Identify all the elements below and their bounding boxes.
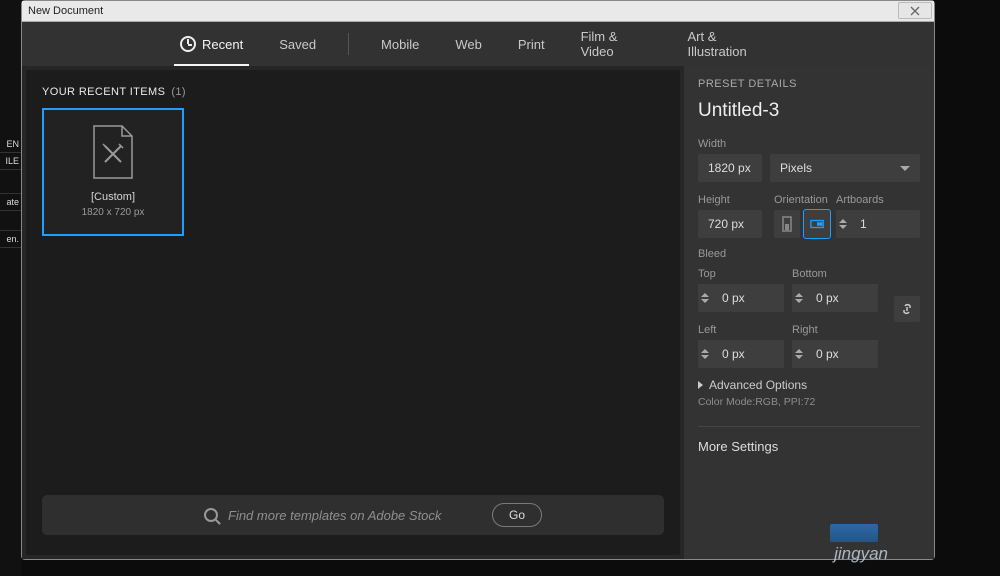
height-input[interactable]: 720 px <box>698 210 762 238</box>
stock-search-bar[interactable]: Find more templates on Adobe Stock Go <box>42 495 664 535</box>
tab-recent[interactable]: Recent <box>162 22 261 66</box>
bleed-bottom-label: Bottom <box>792 268 878 280</box>
bleed-right-label: Right <box>792 324 878 336</box>
height-label: Height <box>698 194 768 206</box>
artboards-label: Artboards <box>836 194 920 206</box>
clock-icon <box>180 36 196 52</box>
orientation-landscape[interactable] <box>804 210 830 238</box>
recent-items-panel: YOUR RECENT ITEMS (1) [Custom] 1820 x 72… <box>26 70 680 555</box>
document-icon <box>90 124 136 180</box>
preset-heading: PRESET DETAILS <box>698 78 920 90</box>
color-mode-info: Color Mode:RGB, PPI:72 <box>698 396 920 408</box>
go-button[interactable]: Go <box>492 503 542 527</box>
bleed-top-label: Top <box>698 268 784 280</box>
preset-details-panel: PRESET DETAILS Untitled-3 Width 1820 px … <box>684 66 934 559</box>
orientation-portrait[interactable] <box>774 210 800 238</box>
window-title: New Document <box>28 5 103 17</box>
tab-film-video[interactable]: Film & Video <box>563 22 670 66</box>
thumb-label: [Custom] 1820 x 720 px <box>82 190 145 219</box>
recent-heading: YOUR RECENT ITEMS (1) <box>42 86 664 98</box>
artboards-stepper[interactable]: 1 <box>836 210 920 238</box>
tab-web[interactable]: Web <box>437 22 500 66</box>
titlebar: New Document <box>22 1 934 22</box>
tab-print[interactable]: Print <box>500 22 563 66</box>
link-bleed-icon[interactable] <box>894 296 920 322</box>
create-button-obscured[interactable] <box>830 524 878 542</box>
orientation-label: Orientation <box>774 194 830 206</box>
tab-mobile[interactable]: Mobile <box>363 22 437 66</box>
close-button[interactable] <box>898 2 932 19</box>
new-document-dialog: New Document Recent Saved Mobile Web Pri… <box>21 0 935 560</box>
background-app-sidebar: ENILEateen. <box>0 0 21 576</box>
advanced-options-toggle[interactable]: Advanced Options <box>698 378 920 392</box>
bleed-top-input[interactable]: 0 px <box>698 284 784 312</box>
bleed-left-input[interactable]: 0 px <box>698 340 784 368</box>
category-tabs: Recent Saved Mobile Web Print Film & Vid… <box>22 22 934 66</box>
units-select[interactable]: Pixels <box>770 154 920 182</box>
artboards-down[interactable] <box>839 225 847 229</box>
document-name-input[interactable]: Untitled-3 <box>698 100 920 122</box>
search-placeholder: Find more templates on Adobe Stock <box>228 508 492 523</box>
tab-saved[interactable]: Saved <box>261 22 334 66</box>
artboards-up[interactable] <box>839 219 847 223</box>
width-label: Width <box>698 138 920 150</box>
tab-divider <box>348 33 349 55</box>
bleed-left-label: Left <box>698 324 784 336</box>
recent-preset-thumb[interactable]: [Custom] 1820 x 720 px <box>42 108 184 236</box>
chevron-down-icon <box>900 166 910 171</box>
chevron-right-icon <box>698 381 703 389</box>
search-icon <box>204 508 218 522</box>
bleed-label: Bleed <box>698 248 920 260</box>
tab-art-illustration[interactable]: Art & Illustration <box>669 22 794 66</box>
width-input[interactable]: 1820 px <box>698 154 762 182</box>
more-settings-button[interactable]: More Settings <box>698 426 920 454</box>
bleed-bottom-input[interactable]: 0 px <box>792 284 878 312</box>
bleed-right-input[interactable]: 0 px <box>792 340 878 368</box>
